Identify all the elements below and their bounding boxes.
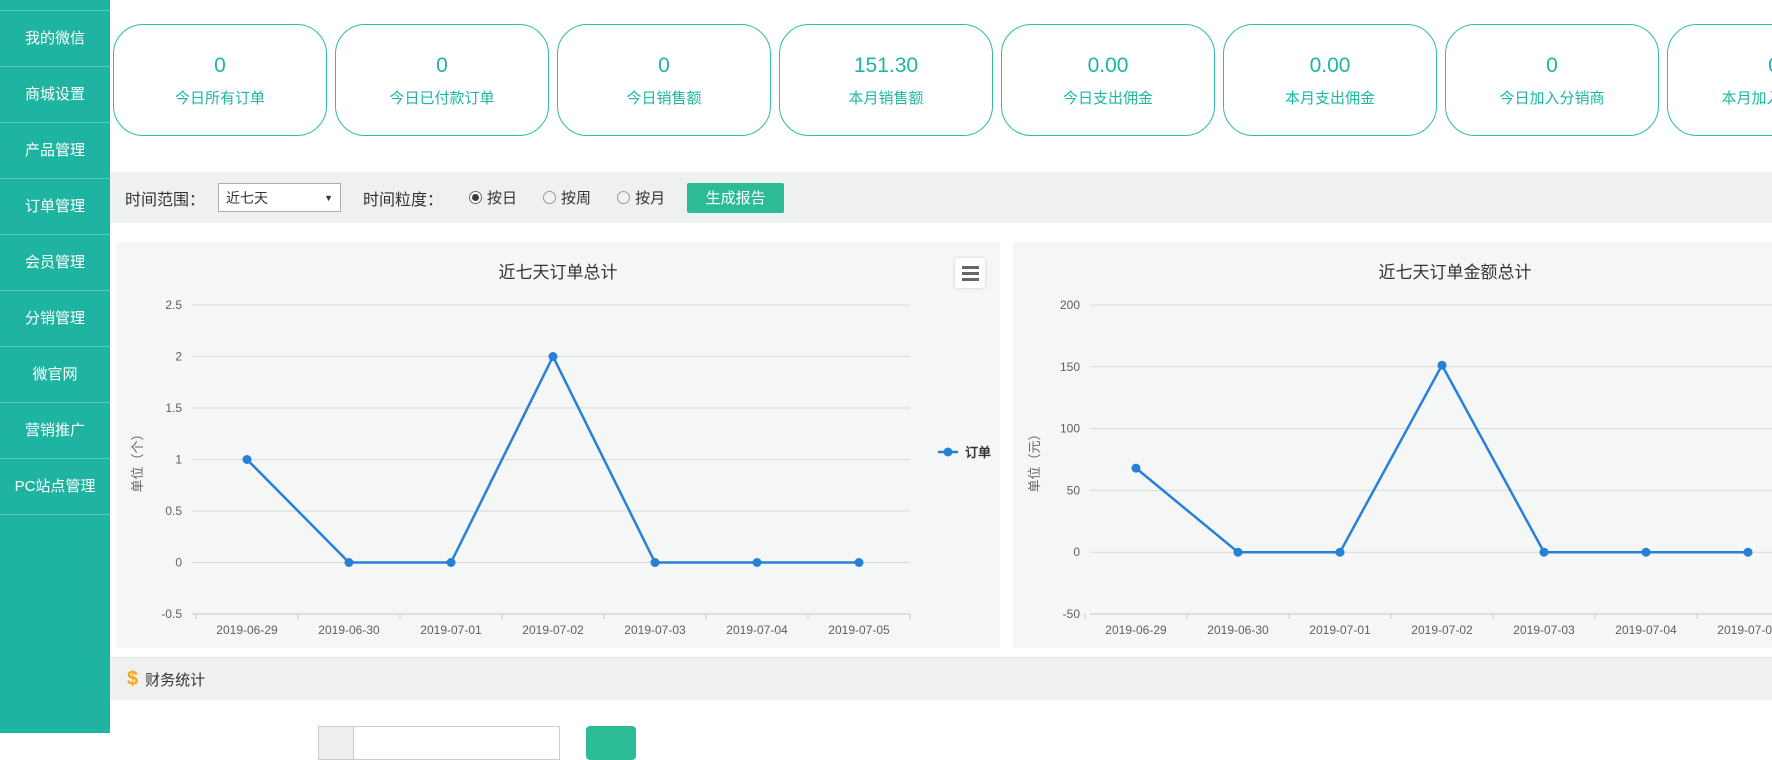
sidebar-item-marketing[interactable]: 营销推广	[0, 402, 110, 458]
svg-text:100: 100	[1060, 422, 1080, 436]
svg-text:2.5: 2.5	[165, 298, 182, 312]
granularity-radio-group: 按日 按周 按月	[443, 187, 665, 208]
radio-label: 按周	[561, 187, 591, 208]
order-amount-chart-panel: 200 150 100 50 0 -50 2019-06-29 2019-06-30 2019-…	[1013, 242, 1772, 648]
stat-card: 0 今日销售额	[557, 24, 771, 136]
svg-text:2019-07-03: 2019-07-03	[1513, 623, 1575, 637]
stat-card: 0 本月加入分销商	[1667, 24, 1772, 136]
stat-card-value: 0	[1546, 53, 1558, 79]
sidebar-item-mall-settings[interactable]: 商城设置	[0, 66, 110, 122]
time-range-value: 近七天	[226, 188, 268, 208]
svg-text:2019-06-30: 2019-06-30	[318, 623, 380, 637]
svg-text:2019-07-02: 2019-07-02	[1411, 623, 1473, 637]
finance-section-title: 财务统计	[145, 669, 205, 690]
sidebar-item-distribution-mgmt[interactable]: 分销管理	[0, 290, 110, 346]
svg-text:0.5: 0.5	[165, 504, 182, 518]
stat-card: 0 今日所有订单	[113, 24, 327, 136]
svg-text:2019-07-01: 2019-07-01	[420, 623, 482, 637]
radio-by-day[interactable]: 按日	[469, 187, 517, 208]
stat-card-label: 今日支出佣金	[1063, 87, 1153, 108]
svg-text:订单: 订单	[965, 445, 991, 460]
stat-card-value: 0	[658, 53, 670, 79]
svg-text:1: 1	[175, 453, 182, 467]
svg-text:150: 150	[1060, 360, 1080, 374]
input-addon	[318, 726, 354, 760]
svg-text:0: 0	[175, 556, 182, 570]
svg-text:2019-07-05: 2019-07-05	[1717, 623, 1772, 637]
svg-text:单位（元）: 单位（元）	[1027, 427, 1042, 492]
svg-text:2019-06-29: 2019-06-29	[1105, 623, 1167, 637]
svg-text:2019-07-01: 2019-07-01	[1309, 623, 1371, 637]
radio-label: 按月	[635, 187, 665, 208]
orders-line-chart: 2.5 2 1.5 1 0.5 0 -0.5 2019-06-29 2019-06-30 2019…	[116, 242, 1000, 648]
svg-text:2019-06-30: 2019-06-30	[1207, 623, 1269, 637]
stat-card: 0.00 今日支出佣金	[1001, 24, 1215, 136]
stat-card: 0.00 本月支出佣金	[1223, 24, 1437, 136]
stat-card-value: 0	[1768, 53, 1772, 79]
sidebar-menu: 我的微信商城设置产品管理订单管理会员管理分销管理微官网营销推广PC站点管理	[0, 0, 110, 515]
svg-text:2019-07-04: 2019-07-04	[726, 623, 788, 637]
stat-card-label: 今日已付款订单	[389, 87, 494, 108]
sidebar: 我的微信商城设置产品管理订单管理会员管理分销管理微官网营销推广PC站点管理	[0, 0, 110, 733]
orders-chart-panel: 2.5 2 1.5 1 0.5 0 -0.5 2019-06-29 2019-06-30 2019…	[116, 242, 1000, 648]
stat-card-label: 今日加入分销商	[1499, 87, 1604, 108]
finance-form-row	[318, 726, 636, 760]
svg-text:近七天订单总计: 近七天订单总计	[499, 263, 618, 282]
svg-text:近七天订单金额总计: 近七天订单金额总计	[1379, 263, 1532, 282]
time-range-select[interactable]: 近七天 ▼	[218, 183, 341, 212]
finance-submit-button[interactable]	[586, 726, 636, 760]
radio-by-month[interactable]: 按月	[617, 187, 665, 208]
sidebar-item-order-mgmt[interactable]: 订单管理	[0, 178, 110, 234]
dollar-icon: $	[127, 668, 138, 691]
stat-cards-row: 0 今日所有订单 0 今日已付款订单 0 今日销售额 151.30 本月销售额 0.00 今日支出…	[113, 24, 1772, 136]
finance-input[interactable]	[354, 726, 560, 760]
radio-by-day-icon[interactable]	[469, 191, 482, 204]
chart-menu-icon[interactable]	[955, 258, 985, 288]
stat-card-value: 151.30	[854, 53, 918, 79]
stat-card-value: 0.00	[1310, 53, 1351, 79]
stat-card-value: 0.00	[1088, 53, 1129, 79]
svg-text:2019-07-05: 2019-07-05	[828, 623, 890, 637]
stat-card-label: 本月加入分销商	[1721, 87, 1772, 108]
svg-text:-50: -50	[1063, 607, 1081, 621]
svg-text:2019-07-03: 2019-07-03	[624, 623, 686, 637]
sidebar-item-pc-site-mgmt[interactable]: PC站点管理	[0, 458, 110, 515]
stat-card-label: 今日销售额	[626, 87, 701, 108]
sidebar-item-my-wechat[interactable]: 我的微信	[0, 10, 110, 66]
radio-by-week-icon[interactable]	[543, 191, 556, 204]
svg-text:2019-07-02: 2019-07-02	[522, 623, 584, 637]
stat-card-value: 0	[214, 53, 226, 79]
generate-report-button[interactable]: 生成报告	[687, 183, 784, 213]
svg-text:0: 0	[1073, 545, 1080, 559]
stat-card: 151.30 本月销售额	[779, 24, 993, 136]
order-amount-line-chart: 200 150 100 50 0 -50 2019-06-29 2019-06-30 2019-…	[1013, 242, 1772, 648]
stat-card-label: 今日所有订单	[175, 87, 265, 108]
radio-by-month-icon[interactable]	[617, 191, 630, 204]
sidebar-item-product-mgmt[interactable]: 产品管理	[0, 122, 110, 178]
svg-text:200: 200	[1060, 298, 1080, 312]
stat-card-value: 0	[436, 53, 448, 79]
radio-by-week[interactable]: 按周	[543, 187, 591, 208]
sidebar-item-micro-site[interactable]: 微官网	[0, 346, 110, 402]
svg-text:2019-06-29: 2019-06-29	[216, 623, 278, 637]
stat-card: 0 今日已付款订单	[335, 24, 549, 136]
stat-card: 0 今日加入分销商	[1445, 24, 1659, 136]
svg-text:2: 2	[175, 350, 182, 364]
svg-text:50: 50	[1067, 483, 1081, 497]
svg-text:1.5: 1.5	[165, 401, 182, 415]
filter-bar: 时间范围： 近七天 ▼ 时间粒度： 按日 按周 按月 生成报告	[110, 172, 1772, 223]
finance-section-header: $ 财务统计	[110, 657, 1772, 700]
svg-text:-0.5: -0.5	[161, 607, 182, 621]
svg-text:单位（个）: 单位（个）	[130, 427, 145, 492]
svg-text:2019-07-04: 2019-07-04	[1615, 623, 1677, 637]
stat-card-label: 本月支出佣金	[1285, 87, 1375, 108]
radio-label: 按日	[487, 187, 517, 208]
sidebar-item-member-mgmt[interactable]: 会员管理	[0, 234, 110, 290]
time-range-label: 时间范围：	[125, 186, 205, 210]
chevron-down-icon: ▼	[324, 193, 333, 203]
granularity-label: 时间粒度：	[363, 186, 443, 210]
stat-card-label: 本月销售额	[848, 87, 923, 108]
